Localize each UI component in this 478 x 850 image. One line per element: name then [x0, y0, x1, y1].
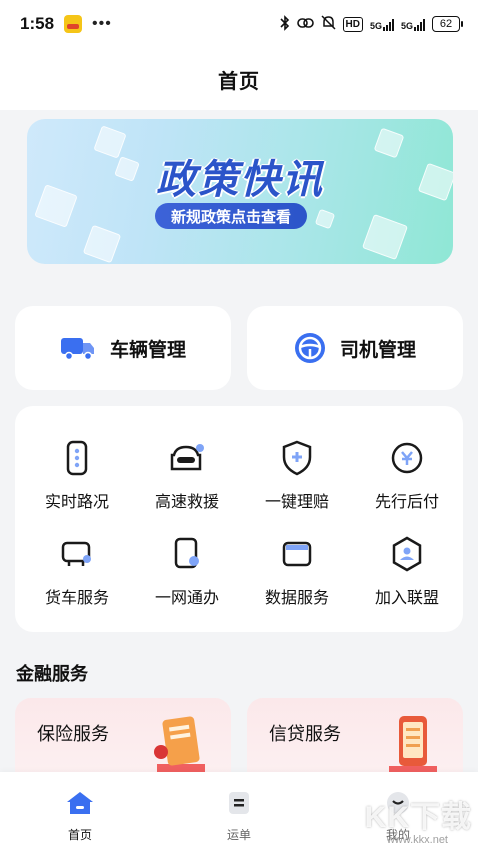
phone-card-icon	[167, 534, 207, 574]
driver-management-label: 司机管理	[339, 339, 416, 361]
service-pay-later[interactable]: 先行后付	[351, 438, 463, 528]
banner-cube-decoration	[314, 208, 336, 230]
vehicle-management-label: 车辆管理	[109, 339, 186, 361]
rescue-car-icon	[167, 438, 207, 478]
hexagon-user-icon	[387, 534, 427, 574]
signal-5g-1: 5G	[370, 18, 394, 31]
traffic-light-icon	[57, 438, 97, 478]
link-icon	[296, 17, 314, 32]
insurance-service-label: 保险服务	[37, 724, 109, 744]
banner-cube-decoration	[82, 224, 122, 264]
service-data-service[interactable]: 数据服务	[241, 534, 353, 624]
service-join-alliance[interactable]: 加入联盟	[351, 534, 463, 624]
tab-label: 首页	[67, 828, 92, 842]
vehicle-management-card[interactable]: 车辆管理	[15, 306, 231, 390]
service-online-processing[interactable]: 一网通办	[131, 534, 243, 624]
page-title: 首页	[218, 70, 260, 93]
tab-home[interactable]: 首页	[40, 790, 120, 843]
tab-label: 运单	[226, 828, 251, 842]
pay-badge-icon	[387, 438, 427, 478]
service-label: 先行后付	[374, 494, 439, 511]
bluetooth-icon	[279, 14, 290, 34]
services-grid: 实时路况 高速救援 一键理赔 先行后付 货车服务 一网通办 数据服务 加入联盟	[15, 406, 463, 632]
signal-5g-2: 5G	[401, 18, 425, 31]
watermark-logo: KK下载	[364, 801, 472, 834]
title-bar: 首页	[0, 48, 478, 110]
service-label: 一键理赔	[264, 494, 329, 511]
service-label: 一网通办	[154, 590, 219, 607]
service-label: 货车服务	[44, 590, 109, 607]
waybill-icon	[227, 790, 251, 821]
service-realtime-traffic[interactable]: 实时路况	[21, 438, 133, 528]
service-highway-rescue[interactable]: 高速救援	[131, 438, 243, 528]
finance-section-title: 金融服务	[16, 664, 88, 684]
steering-wheel-icon	[294, 332, 326, 364]
window-icon	[277, 534, 317, 574]
status-bar: 1:58 ••• HD 5G 5G 62	[0, 0, 478, 48]
shield-plus-icon	[277, 438, 317, 478]
service-truck-service[interactable]: 货车服务	[21, 534, 133, 624]
mute-bell-icon	[320, 15, 336, 33]
driver-management-card[interactable]: 司机管理	[247, 306, 463, 390]
status-time: 1:58	[20, 14, 55, 33]
truck-icon	[60, 335, 96, 361]
home-icon	[65, 790, 95, 821]
service-label: 实时路况	[44, 494, 109, 511]
service-label: 数据服务	[264, 590, 329, 607]
status-indicators: HD 5G 5G 62	[279, 14, 463, 34]
loan-service-label: 信贷服务	[269, 724, 341, 744]
more-notifications-icon: •••	[92, 15, 112, 32]
banner-subtitle-button[interactable]: 新规政策点击查看	[155, 203, 308, 229]
service-label: 高速救援	[154, 494, 219, 511]
tab-waybill[interactable]: 运单	[199, 790, 279, 843]
watermark-url: www.kkx.net	[386, 834, 448, 846]
service-label: 加入联盟	[374, 590, 439, 607]
banner-cube-decoration	[361, 213, 409, 261]
app-notification-icon	[64, 15, 83, 33]
tv-monitor-icon	[57, 534, 97, 574]
policy-news-banner[interactable]: 政策快讯 新规政策点击查看	[27, 119, 453, 264]
service-one-click-claim[interactable]: 一键理赔	[241, 438, 353, 528]
banner-title: 政策快讯	[156, 158, 324, 202]
hd-badge: HD	[342, 16, 363, 32]
battery-indicator: 62	[432, 16, 463, 32]
